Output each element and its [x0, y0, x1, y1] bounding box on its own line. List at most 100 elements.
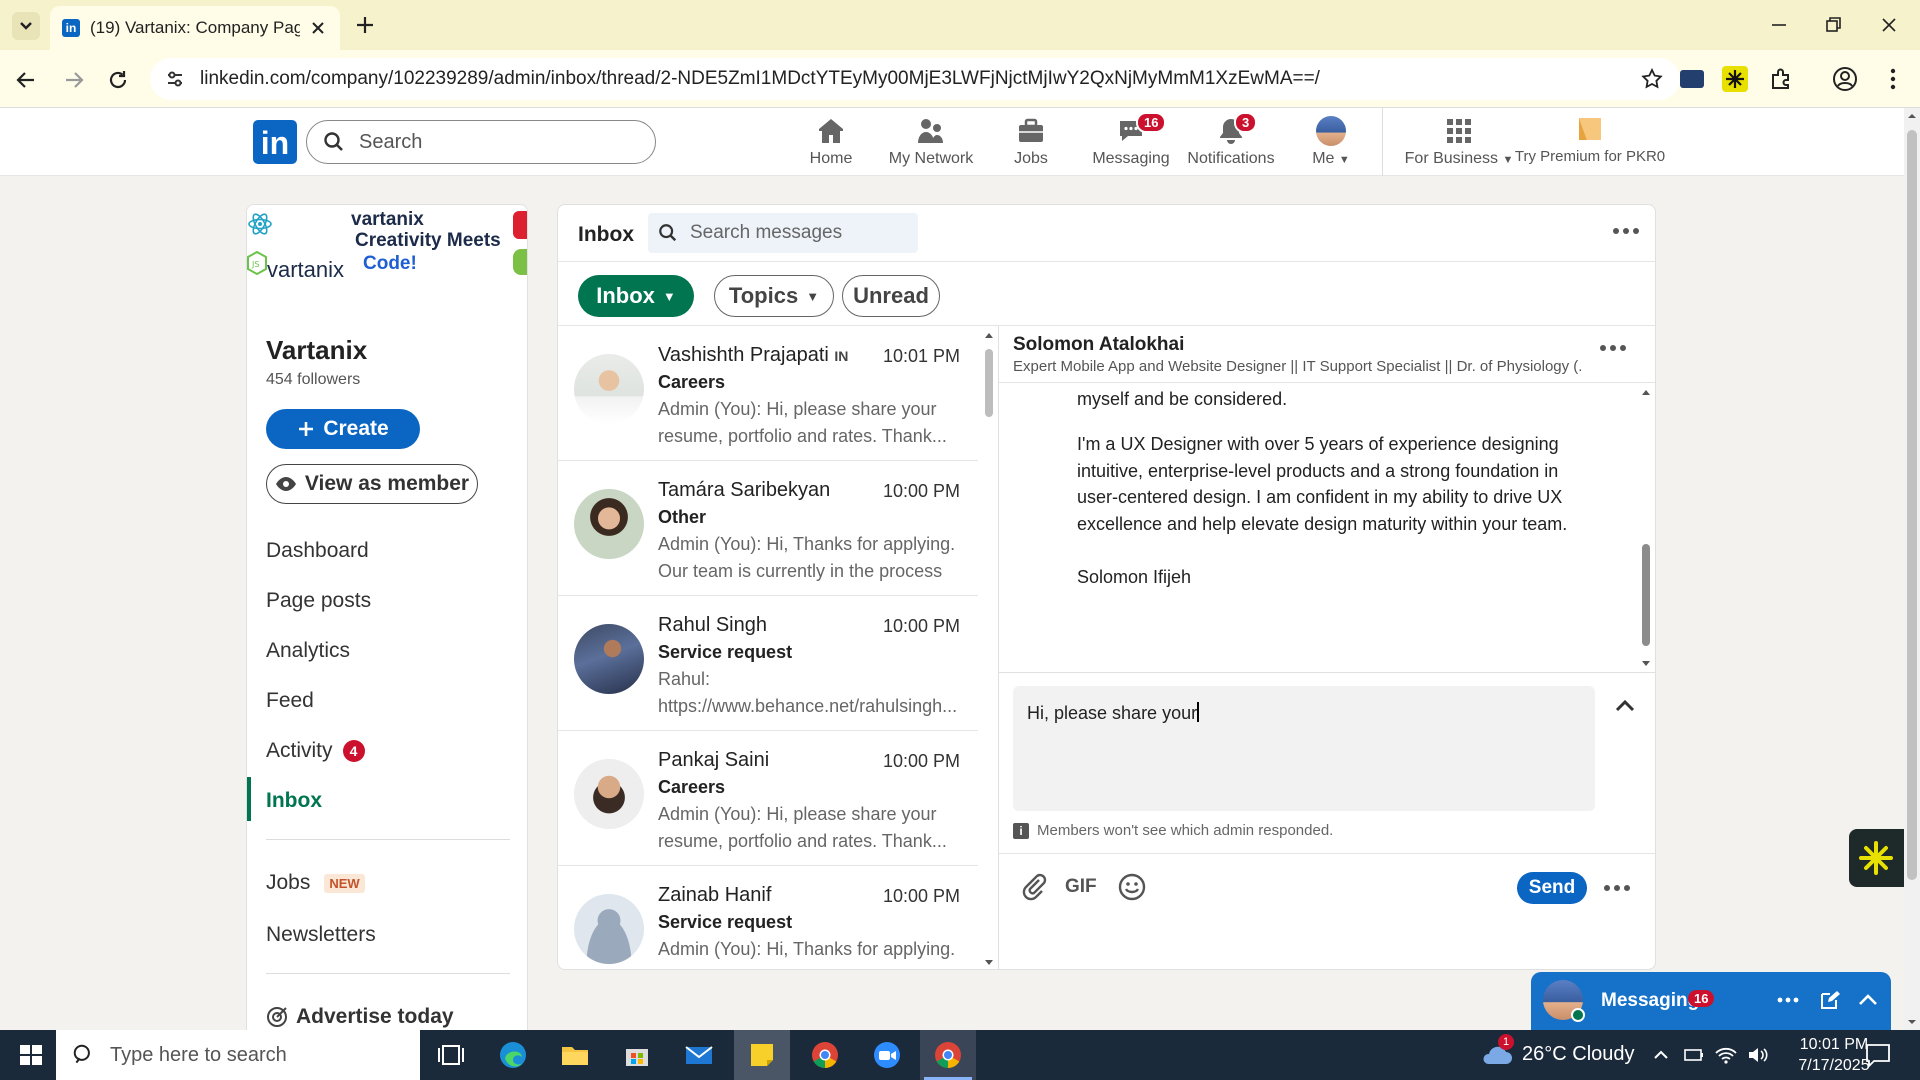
page-scrollbar[interactable]	[1904, 108, 1920, 1030]
menu-feed[interactable]: Feed	[266, 689, 314, 713]
browser-tab-active[interactable]: in (19) Vartanix: Company Page Ac	[50, 6, 340, 50]
gif-button[interactable]: GIF	[1065, 876, 1097, 898]
conversation-category: Service request	[658, 912, 793, 932]
paperclip-icon[interactable]	[1019, 872, 1049, 902]
page-scrollbar-thumb[interactable]	[1907, 130, 1917, 880]
nav-jobs[interactable]: Jobs	[976, 116, 1086, 168]
window-close-icon[interactable]	[1878, 14, 1900, 36]
extension-icon[interactable]	[1680, 70, 1704, 88]
conversation-list-scrollbar[interactable]	[982, 329, 996, 969]
nav-for-business[interactable]: For Business ▼	[1394, 116, 1524, 168]
task-view-icon[interactable]	[434, 1038, 468, 1072]
filter-topics-button[interactable]: Topics ▼	[714, 275, 834, 317]
battery-icon[interactable]	[1682, 1044, 1706, 1066]
text-caret	[1197, 702, 1199, 722]
conversation-list-scrollbar-thumb[interactable]	[985, 349, 993, 417]
minimize-icon[interactable]	[1768, 14, 1790, 36]
angular-logo-icon	[513, 211, 527, 239]
conversation-item[interactable]: Zainab Hanif 10:00 PM Service request Ad…	[558, 866, 978, 969]
scroll-up-icon[interactable]	[982, 329, 996, 341]
bookmark-star-icon[interactable]	[1640, 67, 1664, 91]
eye-icon	[275, 477, 296, 491]
forward-arrow-icon[interactable]	[62, 68, 86, 92]
nav-me[interactable]: Me ▼	[1276, 116, 1386, 168]
scroll-up-icon[interactable]	[1904, 108, 1920, 124]
scroll-down-icon[interactable]	[1904, 1014, 1920, 1030]
close-icon[interactable]	[310, 20, 326, 36]
scroll-up-icon[interactable]	[1639, 386, 1653, 398]
restore-icon[interactable]	[1822, 14, 1844, 36]
header-divider	[558, 261, 1655, 262]
conversation-item[interactable]: Pankaj Saini 10:00 PM Careers Admin (You…	[558, 731, 978, 866]
more-options-icon[interactable]	[1599, 342, 1627, 354]
menu-advertise[interactable]: Advertise today	[266, 1005, 454, 1029]
edge-browser-icon[interactable]	[496, 1038, 530, 1072]
scroll-down-icon[interactable]	[1639, 658, 1653, 670]
more-options-icon[interactable]	[1612, 225, 1640, 237]
linkedin-logo[interactable]: in	[253, 120, 297, 164]
emoji-icon[interactable]	[1117, 872, 1147, 902]
site-settings-icon[interactable]	[164, 68, 186, 90]
nav-try-premium[interactable]: Try Premium for PKR0	[1510, 116, 1670, 165]
menu-activity[interactable]: Activity 4	[266, 739, 365, 763]
menu-inbox[interactable]: Inbox	[266, 789, 322, 813]
profile-icon[interactable]	[1832, 66, 1858, 92]
messaging-overlay-bar[interactable]: Messaging 16	[1531, 972, 1891, 1030]
thread-contact-name[interactable]: Solomon Atalokhai	[1013, 334, 1184, 356]
back-arrow-icon[interactable]	[14, 68, 38, 92]
mail-icon[interactable]	[682, 1038, 716, 1072]
nav-home[interactable]: Home	[776, 116, 886, 168]
search-messages-input[interactable]: Search messages	[648, 213, 918, 253]
file-explorer-icon[interactable]	[558, 1038, 592, 1072]
conversation-item[interactable]: Vashishth Prajapati IN 10:01 PM Careers …	[558, 326, 978, 461]
tab-search-button[interactable]	[12, 12, 40, 40]
message-scrollbar-thumb[interactable]	[1642, 544, 1650, 646]
new-tab-icon[interactable]	[354, 14, 376, 36]
nav-notifications-label: Notifications	[1187, 150, 1275, 167]
address-bar[interactable]: linkedin.com/company/102239289/admin/inb…	[150, 58, 1680, 100]
chevron-up-icon[interactable]	[1857, 992, 1879, 1008]
global-search-input[interactable]: Search	[306, 120, 656, 164]
windows-start-icon[interactable]	[14, 1038, 48, 1072]
nav-messaging[interactable]: Messaging 16	[1076, 112, 1186, 168]
compose-icon[interactable]	[1819, 989, 1841, 1011]
floating-extension-button[interactable]	[1849, 829, 1904, 887]
chevron-up-icon[interactable]	[1652, 1046, 1670, 1064]
chrome-app-active[interactable]	[920, 1030, 976, 1080]
scroll-down-icon[interactable]	[982, 957, 996, 969]
chrome-icon[interactable]	[808, 1038, 842, 1072]
message-scrollbar[interactable]	[1639, 386, 1653, 670]
view-as-member-button[interactable]: View as member	[266, 464, 478, 504]
menu-newsletters[interactable]: Newsletters	[266, 923, 376, 947]
menu-page-posts[interactable]: Page posts	[266, 589, 371, 613]
reload-icon[interactable]	[106, 68, 130, 92]
wifi-icon[interactable]	[1714, 1044, 1738, 1066]
browser-menu-icon[interactable]	[1880, 66, 1906, 92]
send-button[interactable]: Send	[1517, 872, 1587, 904]
speaker-icon[interactable]	[1746, 1044, 1770, 1066]
search-icon	[73, 1044, 90, 1064]
extension-sparkle-icon[interactable]	[1722, 66, 1748, 92]
microsoft-store-icon[interactable]	[620, 1038, 654, 1072]
taskbar-search-input[interactable]: Type here to search	[56, 1030, 420, 1080]
message-composer-input[interactable]: Hi, please share your	[1013, 686, 1595, 811]
nav-my-network[interactable]: My Network	[876, 116, 986, 168]
conversation-item[interactable]: Tamára Saribekyan 10:00 PM Other Admin (…	[558, 461, 978, 596]
zoom-icon[interactable]	[870, 1038, 904, 1072]
company-name[interactable]: Vartanix	[266, 335, 367, 366]
more-options-icon[interactable]	[1603, 882, 1631, 894]
chevron-up-icon[interactable]	[1613, 698, 1637, 714]
filter-unread-button[interactable]: Unread	[842, 275, 940, 317]
create-button[interactable]: Create	[266, 409, 420, 449]
filter-inbox-button[interactable]: Inbox ▼	[578, 275, 694, 317]
conversation-item[interactable]: Rahul Singh 10:00 PM Service request Rah…	[558, 596, 978, 731]
sticky-notes-app[interactable]	[734, 1030, 790, 1080]
menu-analytics[interactable]: Analytics	[266, 639, 350, 663]
company-followers[interactable]: 454 followers	[266, 371, 360, 389]
menu-dashboard[interactable]: Dashboard	[266, 539, 369, 563]
notification-center-icon[interactable]	[1864, 1042, 1892, 1068]
extensions-puzzle-icon[interactable]	[1768, 66, 1794, 92]
more-options-icon[interactable]	[1777, 996, 1799, 1004]
nav-notifications[interactable]: Notifications 3	[1176, 112, 1286, 168]
menu-jobs[interactable]: Jobs NEW	[266, 871, 365, 895]
